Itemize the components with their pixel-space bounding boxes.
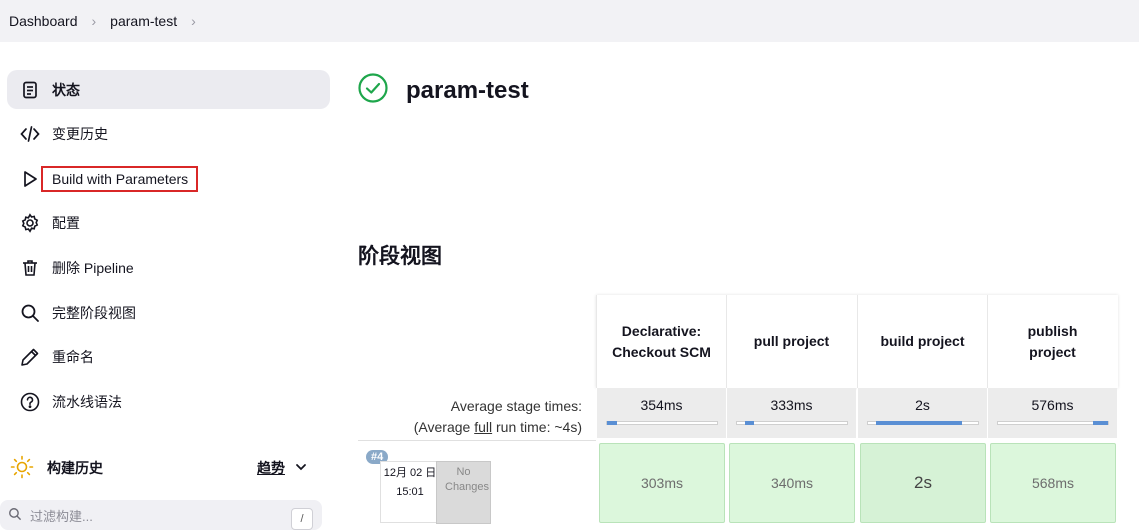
sidebar-item-label: 删除 Pipeline: [52, 260, 134, 277]
stage-average: 333ms: [726, 388, 856, 438]
run-date-value: 12月 02 日: [383, 467, 437, 479]
help-icon: [19, 391, 41, 413]
stage-header: pull project: [726, 295, 856, 388]
trash-icon: [19, 257, 41, 279]
run-row: #4 12月 02 日 15:01 No Changes: [358, 440, 596, 528]
stage-average-bar: [996, 421, 1109, 425]
full-run-link[interactable]: full: [474, 419, 492, 435]
stage-view-title: 阶段视图: [358, 245, 442, 268]
sidebar-item-changes[interactable]: 变更历史: [7, 112, 330, 157]
sidebar-item-label: 配置: [52, 215, 80, 232]
sidebar-item-configure[interactable]: 配置: [7, 201, 330, 246]
stage-header: build project: [857, 295, 987, 388]
chevron-right-icon[interactable]: ›: [191, 13, 196, 29]
sidebar-item-full-stage-view[interactable]: 完整阶段视图: [7, 290, 330, 335]
stage-average-value: 333ms: [770, 397, 813, 413]
stage-header: publish project: [987, 295, 1117, 388]
play-icon: [19, 168, 41, 190]
stage-column: Declarative: Checkout SCM 354ms: [596, 295, 726, 438]
stage-run-cell[interactable]: 568ms: [990, 443, 1116, 523]
breadcrumb-dashboard[interactable]: Dashboard: [9, 13, 78, 29]
stage-column: pull project 333ms: [726, 295, 856, 438]
stage-average-bar: [735, 421, 848, 425]
stage-view-table: Declarative: Checkout SCM 354ms pull pro…: [596, 295, 1118, 523]
stage-average: 2s: [857, 388, 987, 438]
stage-average-value: 576ms: [1031, 397, 1074, 413]
sidebar-item-label: 重命名: [52, 349, 94, 366]
sidebar-item-label: Build with Parameters: [40, 165, 199, 192]
stage-average-value: 2s: [915, 397, 930, 413]
avg-prefix: (Average: [413, 419, 475, 435]
breadcrumb: Dashboard › param-test ›: [0, 0, 1139, 42]
run-date: 12月 02 日 15:01: [380, 461, 440, 523]
sidebar-item-label: 流水线语法: [52, 393, 122, 410]
chevron-right-icon: ›: [91, 13, 97, 29]
sidebar-item-build-with-parameters[interactable]: Build with Parameters: [7, 157, 330, 202]
job-title: param-test: [406, 76, 529, 104]
filter-shortcut-key: /: [291, 508, 313, 530]
gear-icon: [19, 212, 41, 234]
run-changes[interactable]: No Changes: [436, 461, 491, 524]
pencil-icon: [19, 346, 41, 368]
avg-suffix: run time: ~4s): [492, 419, 582, 435]
sidebar-item-label: 完整阶段视图: [52, 304, 136, 321]
chevron-down-icon[interactable]: [295, 460, 307, 476]
avg-line-2: (Average full run time: ~4s): [358, 417, 582, 438]
sidebar-item-delete-pipeline[interactable]: 删除 Pipeline: [7, 246, 330, 291]
page-title: param-test: [358, 73, 529, 108]
sidebar-item-rename[interactable]: 重命名: [7, 335, 330, 380]
avg-line-1: Average stage times:: [450, 398, 582, 414]
trend-link[interactable]: 趋势: [257, 458, 285, 478]
average-stage-times-label: Average stage times: (Average full run t…: [358, 396, 582, 438]
run-time-value: 15:01: [396, 486, 424, 498]
document-icon: [19, 79, 41, 101]
build-filter-input[interactable]: 过滤构建... /: [0, 500, 322, 530]
build-history-title: 构建历史: [47, 460, 103, 476]
sidebar-item-status[interactable]: 状态: [7, 70, 330, 109]
stage-run-cell[interactable]: 2s: [860, 443, 986, 523]
stage-average-bar: [605, 421, 718, 425]
stage-column: build project 2s: [857, 295, 987, 438]
search-icon: [19, 302, 41, 324]
sidebar-item-label: 变更历史: [52, 126, 108, 143]
search-icon: [8, 507, 22, 524]
stage-column: publish project 576ms: [987, 295, 1117, 438]
sun-icon: [10, 455, 36, 482]
build-history-header: 构建历史 趋势: [7, 450, 323, 486]
sidebar-item-label: 状态: [52, 81, 80, 98]
sidebar: 状态 变更历史 Build with Parameters 配置 删除 Pipe…: [7, 70, 330, 424]
stage-header: Declarative: Checkout SCM: [596, 295, 726, 388]
stage-average-value: 354ms: [640, 397, 683, 413]
stage-average: 576ms: [987, 388, 1117, 438]
filter-placeholder: 过滤构建...: [30, 508, 93, 524]
sidebar-item-pipeline-syntax[interactable]: 流水线语法: [7, 380, 330, 425]
breadcrumb-param-test[interactable]: param-test: [110, 13, 177, 29]
success-check-icon: [358, 73, 388, 108]
stage-average: 354ms: [596, 388, 726, 438]
code-icon: [19, 123, 41, 145]
stage-run-cell[interactable]: 340ms: [729, 443, 855, 523]
stage-average-bar: [866, 421, 979, 425]
stage-run-cell[interactable]: 303ms: [599, 443, 725, 523]
